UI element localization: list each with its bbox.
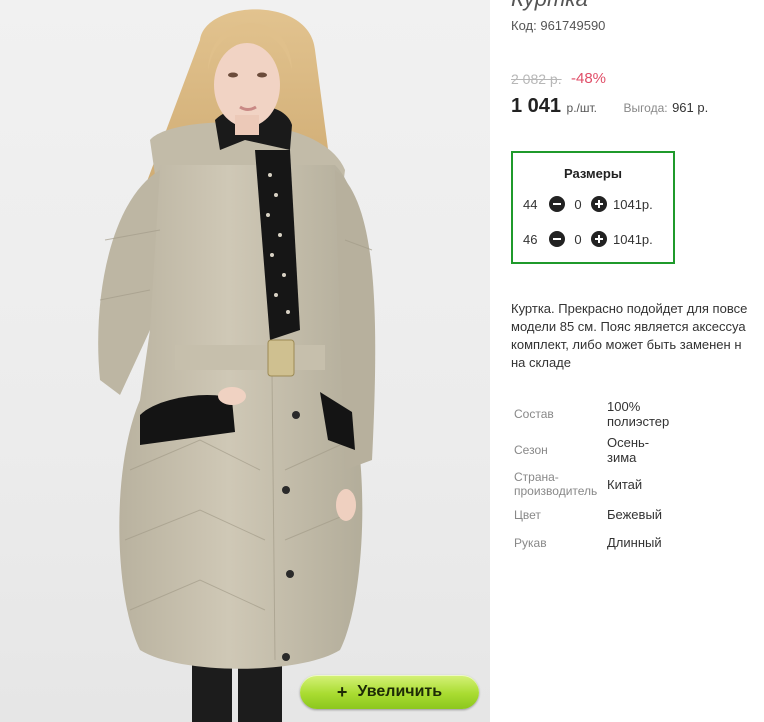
- price-row: 1 041 р./шт. Выгода: 961 р.: [511, 95, 708, 118]
- product-code: Код: 961749590: [511, 18, 605, 33]
- spec-label: Рукав: [514, 536, 547, 550]
- spec-value: Китай: [607, 477, 643, 492]
- size-row-46: 46 0 1041р.: [523, 230, 653, 248]
- quantity-value: 0: [574, 231, 582, 247]
- quantity-value: 0: [574, 196, 582, 212]
- spec-label: Цвет: [514, 508, 541, 522]
- description-line: Куртка. Прекрасно подойдет для повсе: [511, 301, 748, 316]
- current-price: 1 041: [511, 95, 562, 117]
- size-row-44: 44 0 1041р.: [523, 195, 653, 213]
- zoom-button[interactable]: + Увеличить: [300, 675, 479, 709]
- size-price: 1041р.: [613, 196, 653, 212]
- description-line: на складе: [511, 355, 571, 370]
- increase-quantity-button[interactable]: [591, 231, 607, 247]
- spec-value: 100% полиэстер: [607, 399, 670, 429]
- product-code-label: Код:: [511, 18, 537, 33]
- old-price: 2 082 р.: [511, 71, 562, 87]
- size-value: 44: [523, 196, 538, 212]
- decrease-quantity-button[interactable]: [549, 231, 565, 247]
- product-image[interactable]: + Увеличить: [0, 0, 490, 722]
- size-price: 1041р.: [613, 231, 653, 247]
- product-title: Куртка: [511, 0, 588, 12]
- description-line: комплект, либо может быть заменен н: [511, 337, 742, 352]
- zoom-button-label: Увеличить: [357, 683, 443, 700]
- increase-quantity-button[interactable]: [591, 196, 607, 212]
- sizes-panel: Размеры 44 0 1041р. 46 0 1041р.: [511, 151, 675, 264]
- spec-value: Бежевый: [607, 507, 663, 522]
- discount-badge: -48%: [571, 70, 607, 87]
- product-code-value: 961749590: [540, 18, 606, 33]
- product-info: Куртка Код: 961749590 2 082 р. -48% 1 04…: [511, 0, 764, 722]
- spec-label: Сезон: [514, 443, 548, 457]
- product-description: Куртка. Прекрасно подойдет для повсе мод…: [511, 300, 764, 372]
- sizes-title: Размеры: [564, 166, 622, 181]
- description-line: модели 85 см. Пояс является аксессуа: [511, 319, 746, 334]
- spec-value: Длинный: [607, 535, 662, 550]
- size-value: 46: [523, 231, 538, 247]
- decrease-quantity-button[interactable]: [549, 196, 565, 212]
- saving-value: 961 р.: [672, 100, 709, 115]
- spec-label: Страна- производитель: [514, 470, 598, 498]
- saving-label: Выгода:: [623, 101, 668, 115]
- plus-icon: +: [336, 681, 348, 702]
- spec-label: Состав: [514, 407, 554, 421]
- product-photo-illustration: [98, 9, 376, 722]
- spec-value: Осень- зима: [607, 435, 650, 465]
- price-unit: р./шт.: [566, 101, 597, 115]
